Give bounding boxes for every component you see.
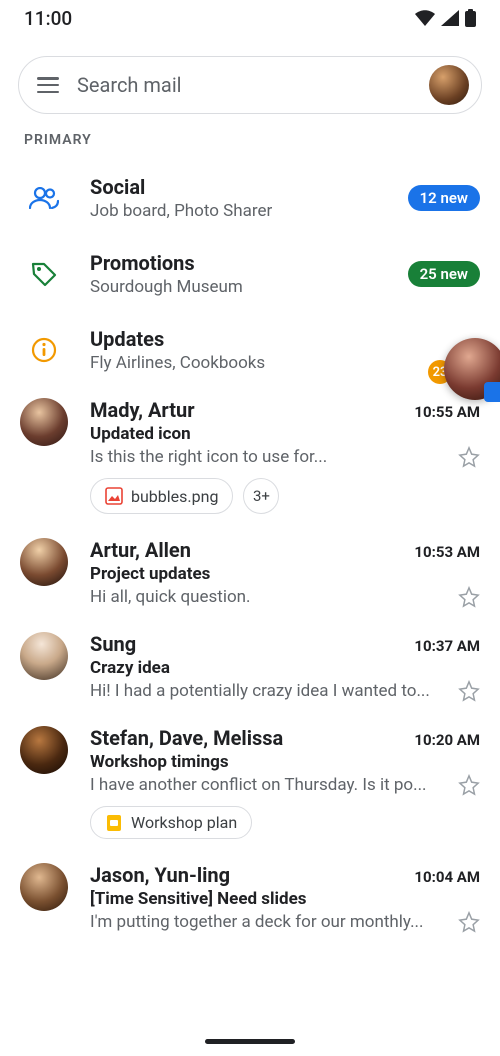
email-row[interactable]: Artur, Allen 10:53 AM Project updates Hi… xyxy=(0,528,500,622)
info-icon xyxy=(20,326,68,374)
sender-name: Sung xyxy=(90,632,136,656)
sender-avatar[interactable] xyxy=(20,538,68,586)
menu-icon[interactable] xyxy=(37,77,59,93)
email-row[interactable]: Jason, Yun-ling 10:04 AM [Time Sensitive… xyxy=(0,853,500,947)
attachment-label: bubbles.png xyxy=(131,487,218,506)
email-time: 10:04 AM xyxy=(414,868,480,886)
email-snippet: Is this the right icon to use for... xyxy=(90,447,450,467)
email-snippet: I'm putting together a deck for our mont… xyxy=(90,912,450,932)
sender-avatar[interactable] xyxy=(20,726,68,774)
email-subject: Project updates xyxy=(90,564,480,584)
search-input[interactable]: Search mail xyxy=(77,73,411,97)
people-icon xyxy=(20,174,68,222)
tag-icon xyxy=(20,250,68,298)
tab-subtitle: Fly Airlines, Cookbooks xyxy=(90,353,480,373)
star-icon[interactable] xyxy=(458,680,480,702)
sender-avatar[interactable] xyxy=(20,398,68,446)
star-icon[interactable] xyxy=(458,586,480,608)
attachment-chip[interactable]: Workshop plan xyxy=(90,806,252,839)
cell-signal-icon xyxy=(441,10,459,26)
image-icon xyxy=(105,487,123,505)
battery-icon xyxy=(465,9,476,27)
sender-name: Mady, Artur xyxy=(90,398,195,422)
email-subject: Updated icon xyxy=(90,424,480,444)
wifi-icon xyxy=(415,10,435,26)
tab-promotions[interactable]: Promotions Sourdough Museum 25 new xyxy=(0,236,500,312)
star-icon[interactable] xyxy=(458,774,480,796)
attachment-chip[interactable]: bubbles.png xyxy=(90,478,233,514)
tab-updates[interactable]: Updates Fly Airlines, Cookbooks xyxy=(0,312,500,388)
chat-bubble-overlay[interactable] xyxy=(444,338,500,400)
email-time: 10:53 AM xyxy=(414,543,480,561)
status-icons xyxy=(415,9,476,27)
email-time: 10:55 AM xyxy=(414,403,480,421)
email-subject: Workshop timings xyxy=(90,752,480,772)
email-subject: [Time Sensitive] Need slides xyxy=(90,889,480,909)
tab-subtitle: Job board, Photo Sharer xyxy=(90,201,386,221)
email-subject: Crazy idea xyxy=(90,658,480,678)
tab-title: Social xyxy=(90,175,386,199)
sender-avatar[interactable] xyxy=(20,632,68,680)
tab-social[interactable]: Social Job board, Photo Sharer 12 new xyxy=(0,160,500,236)
slides-icon xyxy=(105,814,123,832)
status-time: 11:00 xyxy=(24,7,72,30)
email-row[interactable]: Stefan, Dave, Melissa 10:20 AM Workshop … xyxy=(0,716,500,853)
tab-subtitle: Sourdough Museum xyxy=(90,277,386,297)
sender-name: Stefan, Dave, Melissa xyxy=(90,726,283,750)
tab-title: Updates xyxy=(90,327,480,351)
email-time: 10:20 AM xyxy=(414,731,480,749)
tab-title: Promotions xyxy=(90,251,386,275)
sender-avatar[interactable] xyxy=(20,863,68,911)
star-icon[interactable] xyxy=(458,911,480,933)
email-snippet: Hi all, quick question. xyxy=(90,587,450,607)
email-row[interactable]: Mady, Artur 10:55 AM Updated icon Is thi… xyxy=(0,388,500,528)
home-indicator[interactable] xyxy=(205,1039,295,1044)
badge-new-count: 12 new xyxy=(408,185,480,211)
section-label-primary: PRIMARY xyxy=(0,128,500,160)
status-bar: 11:00 xyxy=(0,0,500,36)
email-time: 10:37 AM xyxy=(414,637,480,655)
search-bar[interactable]: Search mail xyxy=(18,56,482,114)
email-snippet: Hi! I had a potentially crazy idea I wan… xyxy=(90,681,450,701)
sender-name: Artur, Allen xyxy=(90,538,191,562)
attachment-label: Workshop plan xyxy=(131,813,237,832)
badge-new-count: 25 new xyxy=(408,261,480,287)
account-avatar[interactable] xyxy=(429,65,469,105)
email-row[interactable]: Sung 10:37 AM Crazy idea Hi! I had a pot… xyxy=(0,622,500,716)
attachment-overflow[interactable]: 3+ xyxy=(243,478,279,514)
star-icon[interactable] xyxy=(458,446,480,468)
email-snippet: I have another conflict on Thursday. Is … xyxy=(90,775,450,795)
sender-name: Jason, Yun-ling xyxy=(90,863,230,887)
